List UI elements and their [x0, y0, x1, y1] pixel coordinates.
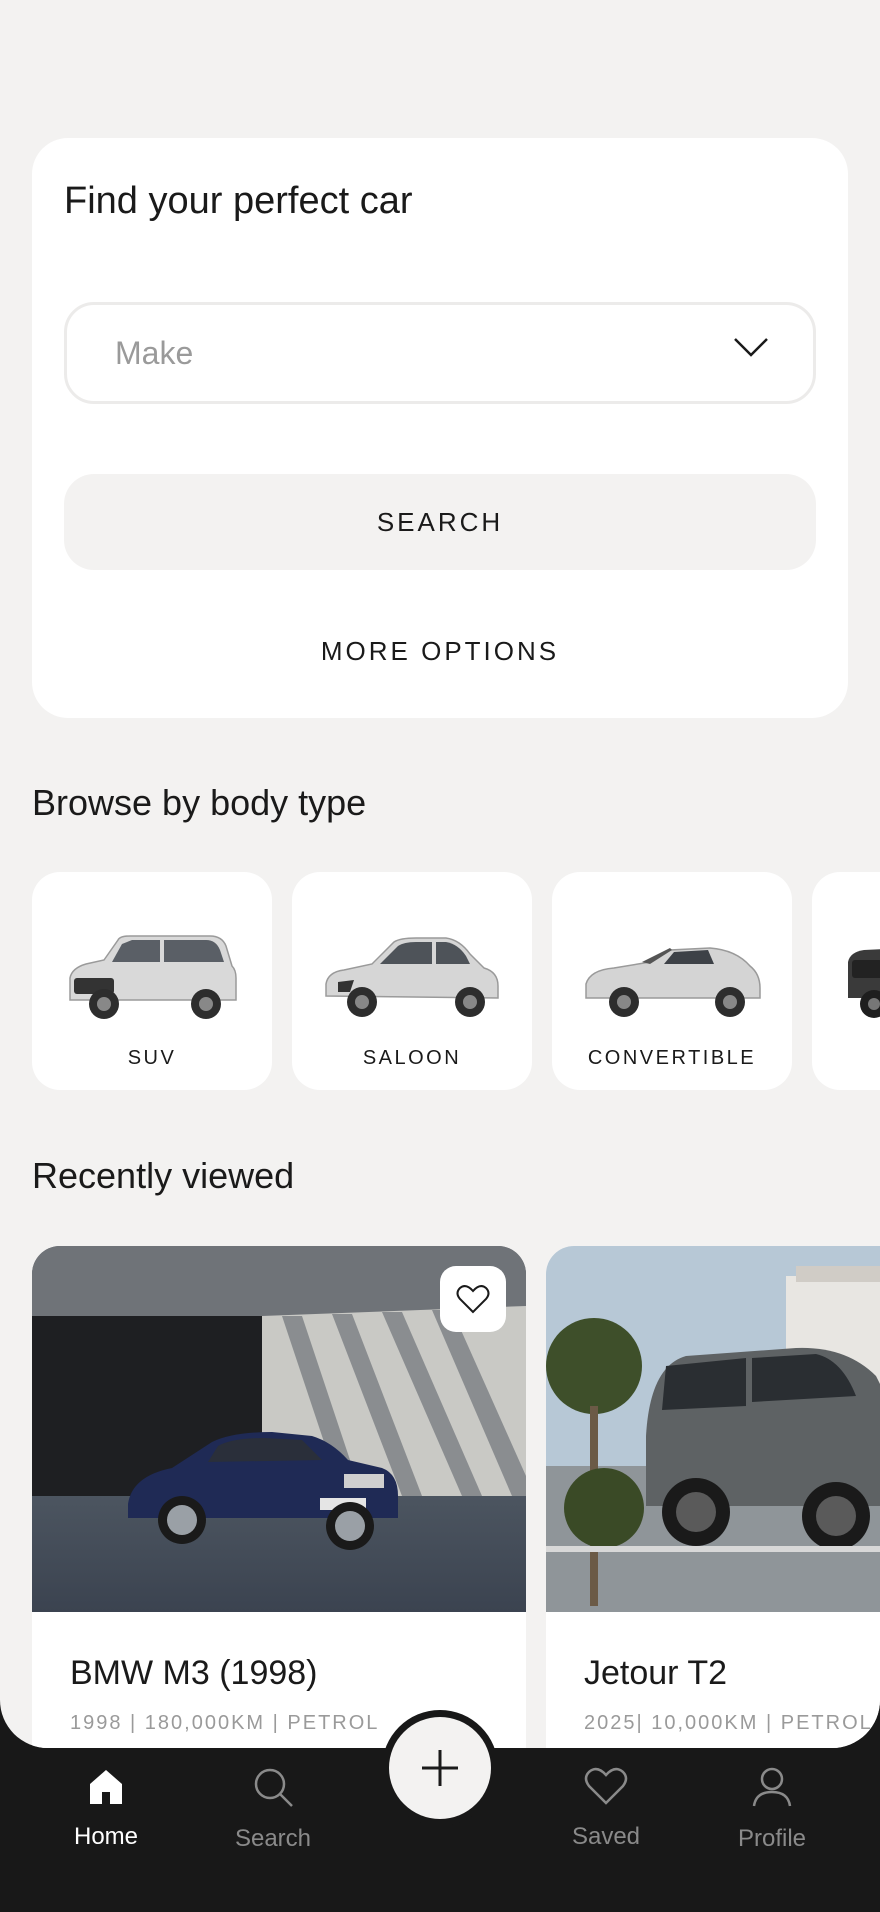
recent-car-card[interactable]: Jetour T2 2025| 10,000KM | PETROL	[546, 1246, 880, 1748]
body-type-label: SALOON	[362, 1047, 462, 1069]
search-icon	[254, 1768, 293, 1807]
body-type-section-title: Browse by body type	[32, 782, 367, 823]
recently-viewed-section-title: Recently viewed	[32, 1155, 295, 1196]
recent-car-card[interactable]: BMW M3 (1998) 1998 | 180,000KM | PETROL	[32, 1246, 526, 1748]
search-card-title: Find your perfect car	[64, 180, 413, 222]
jetour-t2-photo	[546, 1246, 880, 1612]
home-content: Find your perfect car Make SEARCH MORE O…	[0, 0, 880, 1748]
body-type-card-suv[interactable]: SUV	[32, 872, 272, 1090]
nav-saved[interactable]: Saved	[536, 1766, 676, 1851]
nav-home-label: Home	[73, 1823, 139, 1850]
car-search-card: Find your perfect car Make SEARCH MORE O…	[32, 138, 848, 718]
favorite-button[interactable]	[440, 1266, 506, 1332]
body-type-label: CONVERTIBLE	[587, 1047, 757, 1069]
saloon-car-image	[325, 937, 499, 1017]
nav-search-label: Search	[234, 1825, 312, 1852]
home-icon	[90, 1770, 122, 1804]
car-details: 1998 | 180,000KM | PETROL	[70, 1712, 380, 1734]
nav-profile[interactable]: Profile	[702, 1766, 842, 1853]
convertible-car-image	[585, 947, 761, 1017]
heart-icon	[584, 1767, 628, 1805]
make-dropdown[interactable]: Make	[64, 302, 816, 404]
heart-icon	[456, 1285, 490, 1314]
car-name: Jetour T2	[584, 1654, 728, 1692]
nav-home[interactable]: Home	[36, 1766, 176, 1851]
chevron-down-icon	[734, 338, 768, 357]
nav-search[interactable]: Search	[203, 1766, 343, 1853]
body-type-label: SUV	[127, 1047, 177, 1069]
add-listing-button[interactable]	[389, 1717, 491, 1819]
body-type-card-saloon[interactable]: SALOON	[292, 872, 532, 1090]
car-name: BMW M3 (1998)	[70, 1654, 318, 1692]
user-icon	[752, 1767, 792, 1807]
pickup-car-image	[848, 949, 880, 1018]
car-details: 2025| 10,000KM | PETROL	[584, 1712, 873, 1734]
body-type-card-pickup[interactable]	[812, 872, 880, 1090]
search-button[interactable]: SEARCH	[64, 474, 816, 570]
make-placeholder: Make	[115, 335, 194, 371]
nav-saved-label: Saved	[571, 1823, 641, 1850]
body-type-card-convertible[interactable]: CONVERTIBLE	[552, 872, 792, 1090]
more-options-link[interactable]: MORE OPTIONS	[32, 636, 848, 667]
plus-icon	[422, 1750, 458, 1786]
suv-car-image	[69, 935, 237, 1019]
nav-profile-label: Profile	[737, 1825, 807, 1852]
